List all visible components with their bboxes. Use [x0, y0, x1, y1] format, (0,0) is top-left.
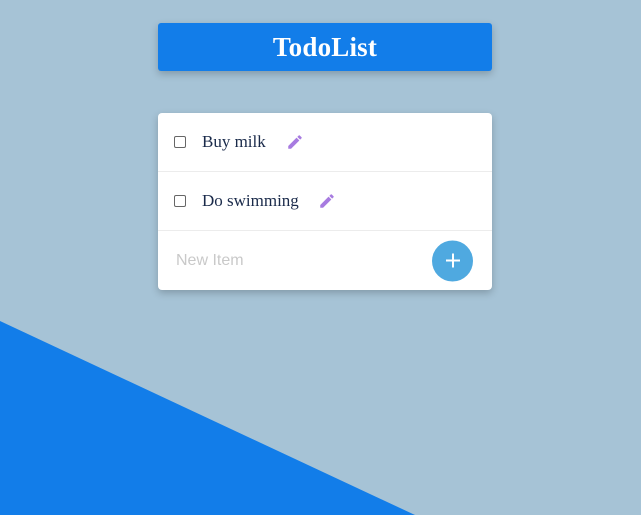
todo-text: Buy milk: [202, 132, 266, 151]
app-header: TodoList: [158, 23, 492, 71]
new-item-input[interactable]: [176, 246, 416, 275]
todo-card: Buy milk Do swimming: [158, 113, 492, 290]
todo-text: Do swimming: [202, 191, 299, 210]
new-item-row: [158, 231, 492, 290]
add-item-button[interactable]: [432, 240, 473, 281]
todo-item: Do swimming: [158, 172, 492, 231]
pencil-icon[interactable]: [286, 133, 304, 151]
todo-checkbox[interactable]: [174, 136, 186, 148]
app-title: TodoList: [272, 31, 378, 62]
todo-item: Buy milk: [158, 113, 492, 172]
todo-checkbox[interactable]: [174, 195, 186, 207]
pencil-icon[interactable]: [318, 192, 336, 210]
plus-icon: [445, 253, 460, 268]
